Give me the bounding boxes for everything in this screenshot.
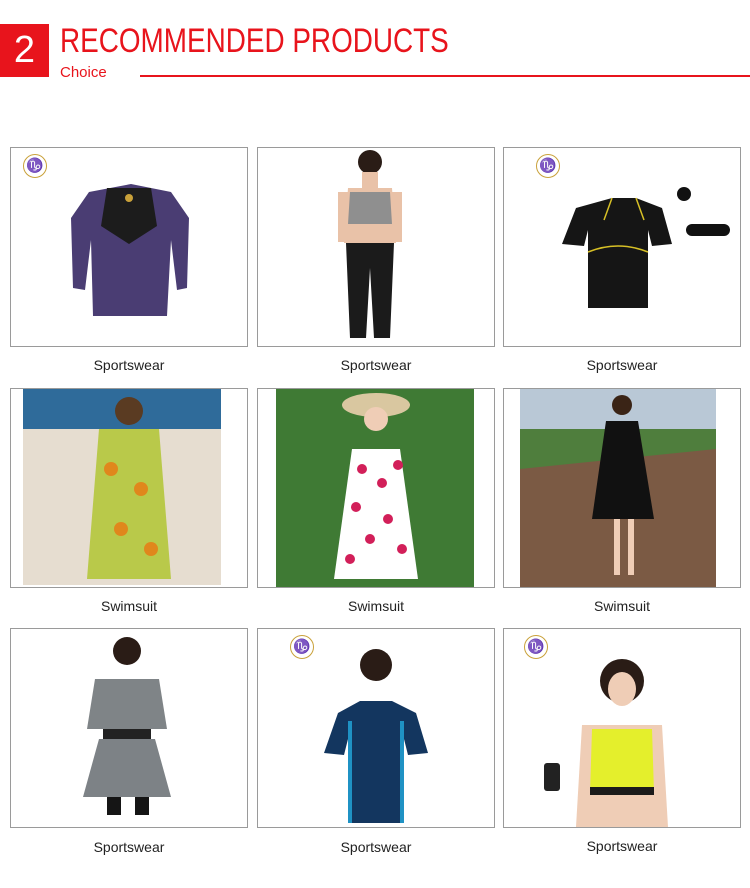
product-image[interactable]: [257, 388, 495, 588]
section-header: 2 RECOMMENDED PRODUCTS Choice: [0, 0, 750, 100]
product-caption: Sportswear: [340, 839, 412, 855]
product-card[interactable]: Sportswear: [257, 147, 495, 373]
product-caption: Sportswear: [340, 357, 412, 373]
product-caption: Swimsuit: [593, 598, 650, 614]
product-card[interactable]: Swimsuit: [257, 388, 495, 614]
short-sleeve-top-icon: [562, 187, 730, 308]
black-swimdress-boardwalk-icon: [520, 389, 716, 587]
product-caption: Swimsuit: [347, 598, 404, 614]
section-number: 2: [0, 24, 49, 77]
product-image[interactable]: [503, 388, 741, 588]
product-card[interactable]: ♑ Sportswear: [503, 147, 741, 373]
product-image[interactable]: ♑: [10, 147, 248, 347]
blue-tshirt-icon: [324, 649, 428, 823]
product-image[interactable]: [10, 388, 248, 588]
long-sleeve-top-icon: [71, 184, 189, 316]
product-caption: Swimsuit: [100, 598, 157, 614]
product-card[interactable]: Swimsuit: [503, 388, 741, 614]
product-caption: Sportswear: [93, 839, 165, 855]
floral-dress-beach-icon: [23, 389, 221, 585]
product-card[interactable]: Sportswear: [10, 628, 248, 855]
product-card[interactable]: ♑ Sportswear: [503, 628, 741, 854]
header-divider: [140, 75, 750, 77]
product-image[interactable]: [10, 628, 248, 828]
product-card[interactable]: ♑ Sportswear: [10, 147, 248, 373]
product-caption: Sportswear: [586, 357, 658, 373]
product-image[interactable]: [257, 147, 495, 347]
grey-top-skirt-icon: [83, 637, 171, 815]
product-image[interactable]: ♑: [503, 147, 741, 347]
product-caption: Sportswear: [586, 838, 658, 854]
yellow-sports-bra-icon: [544, 659, 668, 827]
section-subtitle: Choice: [60, 64, 107, 81]
product-card[interactable]: Swimsuit: [10, 388, 248, 614]
product-image[interactable]: ♑: [503, 628, 741, 828]
section-title: RECOMMENDED PRODUCTS: [60, 22, 449, 60]
product-card[interactable]: ♑ Sportswear: [257, 628, 495, 855]
product-image[interactable]: ♑: [257, 628, 495, 828]
sports-bra-leggings-icon: [338, 150, 402, 338]
polka-dot-swimdress-icon: [276, 389, 474, 587]
product-caption: Sportswear: [93, 357, 165, 373]
